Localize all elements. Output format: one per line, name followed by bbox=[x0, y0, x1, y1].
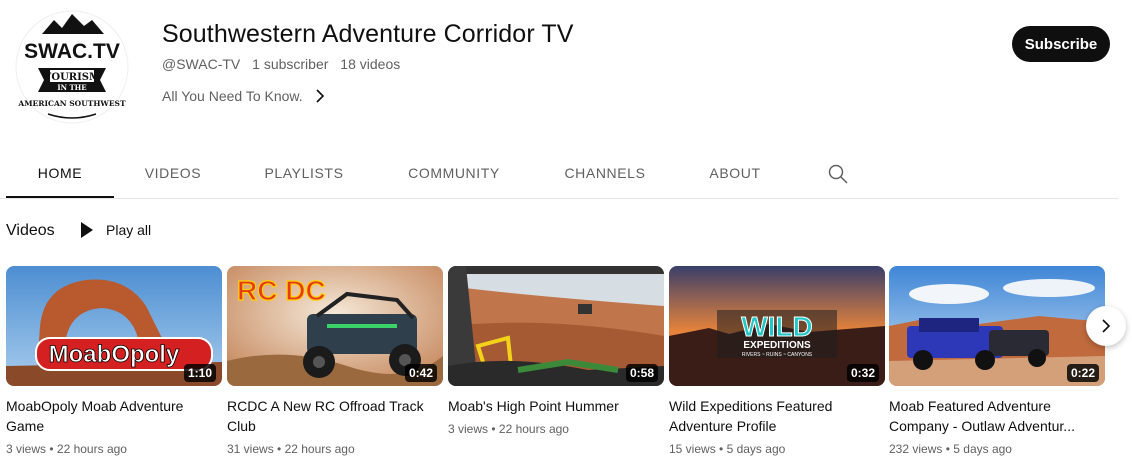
view-count: 15 views bbox=[669, 442, 716, 456]
upload-age: 22 hours ago bbox=[498, 422, 569, 436]
upload-age: 5 days ago bbox=[726, 442, 786, 456]
video-thumbnail[interactable]: 0:58 bbox=[448, 266, 664, 386]
play-all-label: Play all bbox=[106, 222, 152, 238]
play-all-button[interactable]: Play all bbox=[80, 222, 151, 238]
video-card[interactable]: RC DC 0:42 RCDC A New RC Offroad Track C… bbox=[227, 266, 443, 456]
logo-sub1: IN THE bbox=[57, 83, 86, 92]
subscribe-button[interactable]: Subscribe bbox=[1012, 26, 1110, 62]
separator: • bbox=[277, 442, 282, 456]
channel-handle: @SWAC-TV bbox=[162, 56, 241, 72]
upload-age: 22 hours ago bbox=[56, 442, 127, 456]
channel-description-link[interactable]: All You Need To Know. bbox=[162, 88, 325, 104]
chevron-right-icon bbox=[1102, 319, 1111, 333]
video-card[interactable]: 0:58 Moab's High Point Hummer 3 views • … bbox=[448, 266, 664, 436]
view-count: 3 views bbox=[448, 422, 489, 436]
tab-about[interactable]: ABOUT bbox=[696, 150, 774, 196]
video-meta: 3 views • 22 hours ago bbox=[6, 442, 222, 456]
logo-sub2: AMERICAN SOUTHWEST bbox=[17, 99, 126, 108]
video-title[interactable]: Wild Expeditions Featured Adventure Prof… bbox=[669, 396, 885, 436]
video-card[interactable]: WILD EXPEDITIONS RIVERS ~ RUINS ~ CANYON… bbox=[669, 266, 885, 456]
duration-badge: 0:58 bbox=[625, 364, 658, 382]
channel-avatar[interactable]: SWAC.TV TOURISM IN THE AMERICAN SOUTHWES… bbox=[8, 10, 136, 124]
video-title[interactable]: MoabOpoly Moab Adventure Game bbox=[6, 396, 222, 436]
view-count: 3 views bbox=[6, 442, 47, 456]
view-count: 232 views bbox=[889, 442, 943, 456]
channel-tagline: All You Need To Know. bbox=[162, 88, 303, 104]
thumb-subtext-2: RIVERS ~ RUINS ~ CANYONS bbox=[742, 352, 813, 358]
separator: • bbox=[491, 422, 496, 436]
channel-tabs: HOME VIDEOS PLAYLISTS COMMUNITY CHANNELS… bbox=[0, 150, 1118, 199]
logo-banner-text: TOURISM bbox=[44, 72, 100, 83]
thumb-text: RC DC bbox=[237, 275, 326, 306]
duration-badge: 0:22 bbox=[1066, 364, 1099, 382]
view-count: 31 views bbox=[227, 442, 274, 456]
separator: • bbox=[49, 442, 54, 456]
channel-title: Southwestern Adventure Corridor TV bbox=[162, 20, 574, 48]
search-icon[interactable] bbox=[826, 162, 850, 186]
duration-badge: 1:10 bbox=[183, 364, 216, 382]
video-title[interactable]: Moab's High Point Hummer bbox=[448, 396, 664, 416]
separator: • bbox=[945, 442, 950, 456]
video-thumbnail[interactable]: WILD EXPEDITIONS RIVERS ~ RUINS ~ CANYON… bbox=[669, 266, 885, 386]
thumb-text: MoabOpoly bbox=[49, 341, 180, 368]
subscriber-count: 1 subscriber bbox=[252, 56, 329, 72]
thumb-subtext: EXPEDITIONS bbox=[743, 340, 811, 351]
video-card[interactable]: MoabOpoly 1:10 MoabOpoly Moab Adventure … bbox=[6, 266, 222, 456]
duration-badge: 0:42 bbox=[404, 364, 437, 382]
video-meta: 31 views • 22 hours ago bbox=[227, 442, 443, 456]
video-card[interactable]: 0:22 Moab Featured Adventure Company - O… bbox=[889, 266, 1105, 456]
tab-playlists[interactable]: PLAYLISTS bbox=[250, 150, 358, 196]
video-thumbnail[interactable]: RC DC 0:42 bbox=[227, 266, 443, 386]
video-meta: 15 views • 5 days ago bbox=[669, 442, 885, 456]
video-count: 18 videos bbox=[340, 56, 401, 72]
upload-age: 5 days ago bbox=[953, 442, 1012, 456]
section-title: Videos bbox=[6, 222, 55, 239]
video-meta: 3 views • 22 hours ago bbox=[448, 422, 664, 436]
video-thumbnail[interactable]: MoabOpoly 1:10 bbox=[6, 266, 222, 386]
separator: • bbox=[719, 442, 724, 456]
tab-videos[interactable]: VIDEOS bbox=[130, 150, 216, 196]
play-icon bbox=[81, 222, 93, 238]
channel-meta: @SWAC-TV 1 subscriber 18 videos bbox=[162, 56, 408, 72]
tab-home[interactable]: HOME bbox=[6, 150, 114, 198]
video-title[interactable]: RCDC A New RC Offroad Track Club bbox=[227, 396, 443, 436]
upload-age: 22 hours ago bbox=[284, 442, 355, 456]
tab-channels[interactable]: CHANNELS bbox=[550, 150, 660, 196]
tab-community[interactable]: COMMUNITY bbox=[394, 150, 514, 196]
logo-main-text: SWAC.TV bbox=[24, 40, 120, 63]
chevron-right-icon bbox=[316, 89, 324, 103]
video-meta: 232 views • 5 days ago bbox=[889, 442, 1105, 456]
duration-badge: 0:32 bbox=[846, 364, 879, 382]
thumb-text: WILD bbox=[741, 311, 813, 342]
video-thumbnail[interactable]: 0:22 bbox=[889, 266, 1105, 386]
video-title[interactable]: Moab Featured Adventure Company - Outlaw… bbox=[889, 396, 1105, 436]
carousel-next-button[interactable] bbox=[1086, 306, 1126, 346]
